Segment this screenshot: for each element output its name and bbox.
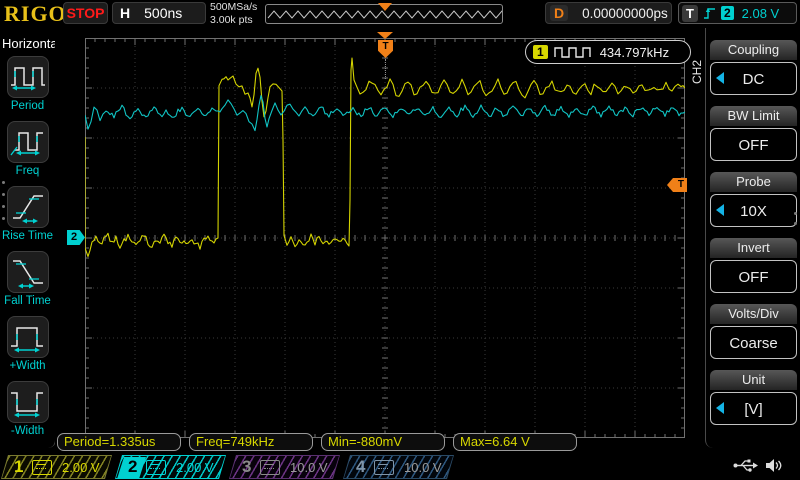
left-arrow-icon	[716, 204, 724, 216]
freq-label: Freq	[0, 165, 55, 177]
trigger-level-value: 2.08 V	[742, 6, 780, 21]
channel-3-button[interactable]: 3 10.0 V	[229, 455, 340, 479]
counter-channel-badge: 1	[533, 45, 548, 59]
sound-icon	[765, 458, 783, 473]
fall-time-label: Fall Time	[0, 295, 55, 307]
delay-value: 0.00000000ps	[582, 6, 668, 21]
dc-coupling-icon	[146, 460, 166, 475]
top-status-bar: RIGOL STOP H 500ns 500MSa/s 3.00k pts D …	[0, 0, 800, 28]
dc-coupling-icon	[374, 460, 394, 475]
ch2-menu-tab: CH2	[690, 52, 704, 92]
measurement-freq: Freq=749kHz	[189, 433, 313, 451]
channel-2-number: 2	[128, 457, 142, 477]
usb-icon	[733, 458, 759, 473]
delay-readout[interactable]: D 0.00000000ps	[545, 2, 672, 24]
fall-time-icon	[8, 252, 48, 292]
menu-item-coupling[interactable]: Coupling DC	[710, 40, 797, 95]
menu-item-bw-limit[interactable]: BW Limit OFF	[710, 106, 797, 161]
left-menu-title: Horizontal	[2, 36, 61, 51]
page-dot	[794, 222, 797, 225]
rising-edge-icon	[703, 6, 716, 20]
horizontal-measure-menu: Horizontal Period Freq	[0, 28, 56, 448]
left-arrow-icon	[716, 402, 724, 414]
measurement-period: Period=1.335us	[57, 433, 181, 451]
period-label: Period	[0, 100, 55, 112]
dc-coupling-icon	[32, 460, 52, 475]
measurement-max: Max=6.64 V	[453, 433, 577, 451]
pos-width-label: +Width	[0, 360, 55, 372]
waveform-traces	[85, 38, 685, 438]
horizontal-timebase-readout[interactable]: H 500ns	[112, 2, 206, 24]
trigger-readout[interactable]: T 2 2.08 V	[678, 2, 797, 24]
trigger-label: T	[682, 5, 698, 22]
menu-item-invert[interactable]: Invert OFF	[710, 238, 797, 293]
page-dot	[2, 181, 5, 184]
sample-rate: 500MSa/s	[210, 1, 257, 14]
channel-4-scale: 10.0 V	[404, 460, 442, 475]
page-dot	[2, 217, 5, 220]
acquisition-info: 500MSa/s 3.00k pts	[210, 1, 257, 27]
rise-time-button[interactable]	[7, 186, 49, 228]
counter-frequency-value: 434.797kHz	[600, 45, 669, 60]
freq-icon	[8, 122, 48, 162]
period-icon	[8, 57, 48, 97]
pos-width-button[interactable]	[7, 316, 49, 358]
menu-item-volts-div[interactable]: Volts/Div Coarse	[710, 304, 797, 359]
menu-item-unit[interactable]: Unit [V]	[710, 370, 797, 425]
page-dot	[794, 212, 797, 215]
square-wave-icon	[554, 46, 592, 58]
neg-width-label: -Width	[0, 425, 55, 437]
channel-status-bar: 1 2.00 V 2 2.00 V 3	[0, 454, 800, 480]
pos-width-icon	[8, 317, 48, 357]
rise-time-icon	[8, 187, 48, 227]
rise-time-label: Rise Time	[0, 230, 55, 242]
timebase-value: 500ns	[144, 5, 182, 21]
period-button[interactable]	[7, 56, 49, 98]
frequency-counter: 1 434.797kHz	[525, 40, 691, 64]
trigger-position-line	[385, 59, 386, 79]
channel-2-scale: 2.00 V	[176, 460, 214, 475]
delay-label: D	[550, 5, 568, 21]
memory-depth: 3.00k pts	[210, 14, 257, 27]
run-state-badge: STOP	[63, 2, 108, 24]
channel-2-button[interactable]: 2 2.00 V	[115, 455, 226, 479]
page-dot	[2, 205, 5, 208]
channel-4-number: 4	[356, 457, 370, 477]
trigger-source-badge: 2	[721, 6, 734, 20]
fall-time-button[interactable]	[7, 251, 49, 293]
oscilloscope-screen: RIGOL STOP H 500ns 500MSa/s 3.00k pts D …	[0, 0, 800, 480]
measurement-min: Min=-880mV	[321, 433, 445, 451]
neg-width-icon	[8, 382, 48, 422]
channel-menu: Coupling DC BW Limit OFF Probe 10X Inver…	[705, 28, 800, 448]
menu-item-probe[interactable]: Probe 10X	[710, 172, 797, 227]
channel-1-number: 1	[14, 457, 28, 477]
channel-1-scale: 2.00 V	[62, 460, 100, 475]
left-arrow-icon	[716, 72, 724, 84]
neg-width-button[interactable]	[7, 381, 49, 423]
channel-4-button[interactable]: 4 10.0 V	[343, 455, 454, 479]
page-dot	[2, 193, 5, 196]
dc-coupling-icon	[260, 460, 280, 475]
channel-1-button[interactable]: 1 2.00 V	[1, 455, 112, 479]
h-label: H	[120, 5, 130, 21]
freq-button[interactable]	[7, 121, 49, 163]
waveform-display: T 1 434.797kHz 2 T CH2	[55, 28, 705, 452]
channel-3-scale: 10.0 V	[290, 460, 328, 475]
channel-3-number: 3	[242, 457, 256, 477]
ch2-ground-marker[interactable]: 2	[67, 230, 85, 245]
run-state-label: STOP	[67, 5, 105, 21]
